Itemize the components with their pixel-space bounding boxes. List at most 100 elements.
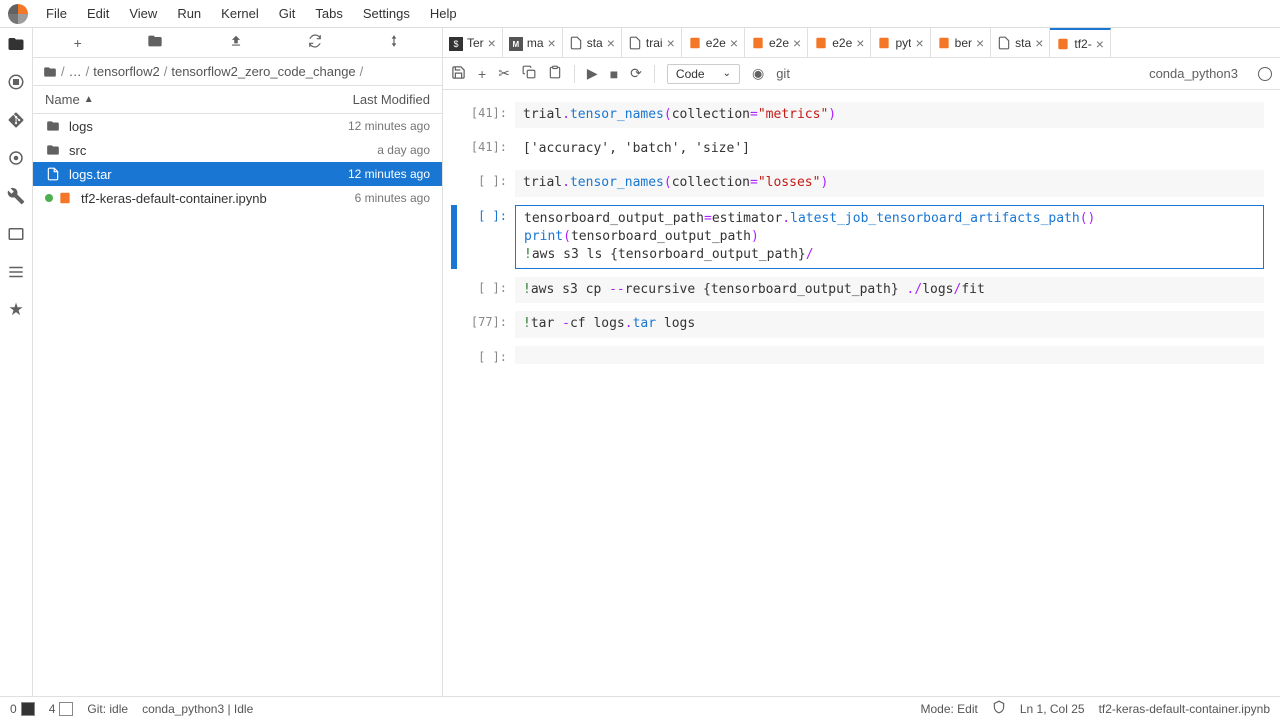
cell-type-select[interactable]: Code ⌄	[667, 64, 740, 84]
name-column[interactable]: Name	[45, 92, 80, 107]
output-cell[interactable]: [41]:['accuracy', 'batch', 'size']	[451, 136, 1264, 162]
refresh-icon[interactable]	[308, 34, 322, 51]
status-kernels[interactable]: 4	[49, 702, 74, 716]
paste-icon[interactable]	[548, 65, 562, 82]
sort-asc-icon: ▲	[84, 94, 94, 105]
tab[interactable]: tf2-×	[1050, 28, 1111, 57]
close-icon[interactable]: ×	[1035, 35, 1043, 51]
extensions-icon[interactable]	[6, 300, 26, 320]
notebook-icon	[688, 36, 702, 50]
tab[interactable]: sta×	[991, 28, 1050, 57]
close-icon[interactable]: ×	[667, 35, 675, 51]
status-kernel[interactable]: conda_python3 | Idle	[142, 702, 253, 716]
breadcrumb-item[interactable]: tensorflow2_zero_code_change	[171, 64, 355, 79]
file-row[interactable]: logs.tar12 minutes ago	[33, 162, 442, 186]
save-icon[interactable]	[451, 65, 466, 83]
new-launcher-icon[interactable]: +	[74, 35, 82, 51]
commands-icon[interactable]	[6, 148, 26, 168]
stop-icon[interactable]: ■	[610, 66, 618, 82]
cell-content[interactable]	[515, 346, 1264, 364]
breadcrumb-item[interactable]: …	[69, 64, 82, 79]
chevron-down-icon: ⌄	[723, 68, 731, 79]
code-cell[interactable]: [ ]:tensorboard_output_path=estimator.la…	[451, 205, 1264, 270]
tab[interactable]: ber×	[931, 28, 992, 57]
cell-content[interactable]: !tar -cf logs.tar logs	[515, 311, 1264, 337]
command-icon[interactable]: ◉	[752, 65, 764, 82]
breadcrumb-item[interactable]: tensorflow2	[93, 64, 159, 79]
new-folder-icon[interactable]	[147, 33, 163, 52]
cell-content[interactable]: !aws s3 cp --recursive {tensorboard_outp…	[515, 277, 1264, 303]
close-icon[interactable]: ×	[730, 35, 738, 51]
tab[interactable]: sta×	[563, 28, 622, 57]
file-modified: a day ago	[377, 143, 430, 157]
copy-icon[interactable]	[522, 65, 536, 82]
status-git[interactable]: Git: idle	[87, 702, 128, 716]
close-icon[interactable]: ×	[607, 35, 615, 51]
run-icon[interactable]: ▶	[587, 65, 598, 82]
status-mode: Mode: Edit	[920, 702, 977, 716]
restart-icon[interactable]: ⟳	[630, 65, 642, 82]
cell-content[interactable]: trial.tensor_names(collection="metrics")	[515, 102, 1264, 128]
file-toolbar: +	[33, 28, 442, 58]
modified-column[interactable]: Last Modified	[353, 92, 430, 107]
close-icon[interactable]: ×	[976, 35, 984, 51]
breadcrumb[interactable]: / … / tensorflow2 / tensorflow2_zero_cod…	[33, 58, 442, 86]
cell-prompt: [41]:	[459, 136, 515, 162]
notebook-icon	[57, 190, 73, 206]
code-cell[interactable]: [ ]:trial.tensor_names(collection="losse…	[451, 170, 1264, 196]
code-cell[interactable]: [41]:trial.tensor_names(collection="metr…	[451, 102, 1264, 128]
close-icon[interactable]: ×	[856, 35, 864, 51]
cell-content[interactable]: trial.tensor_names(collection="losses")	[515, 170, 1264, 196]
close-icon[interactable]: ×	[1096, 36, 1104, 52]
tab[interactable]: e2e×	[682, 28, 745, 57]
menu-tabs[interactable]: Tabs	[305, 2, 352, 25]
upload-icon[interactable]	[229, 34, 243, 51]
kernel-indicator[interactable]	[1258, 67, 1272, 81]
cell-content[interactable]: tensorboard_output_path=estimator.latest…	[515, 205, 1264, 270]
tabs-icon[interactable]	[6, 224, 26, 244]
tab[interactable]: pyt×	[871, 28, 930, 57]
notebook[interactable]: [41]:trial.tensor_names(collection="metr…	[443, 90, 1280, 696]
kernel-name[interactable]: conda_python3	[1149, 66, 1238, 81]
file-modified: 12 minutes ago	[348, 119, 430, 133]
status-terminals[interactable]: 0	[10, 702, 35, 716]
close-icon[interactable]: ×	[488, 35, 496, 51]
menu-settings[interactable]: Settings	[353, 2, 420, 25]
git-label[interactable]: git	[776, 66, 790, 81]
build-icon[interactable]	[6, 186, 26, 206]
code-cell[interactable]: [ ]:!aws s3 cp --recursive {tensorboard_…	[451, 277, 1264, 303]
status-trusted-icon[interactable]	[992, 700, 1006, 717]
add-cell-icon[interactable]: +	[478, 66, 486, 82]
file-row[interactable]: logs12 minutes ago	[33, 114, 442, 138]
cut-icon[interactable]: ✂	[498, 65, 510, 82]
menu-file[interactable]: File	[36, 2, 77, 25]
markdown-icon: M	[509, 36, 523, 50]
menu-kernel[interactable]: Kernel	[211, 2, 269, 25]
tab[interactable]: e2e×	[745, 28, 808, 57]
file-row[interactable]: tf2-keras-default-container.ipynb6 minut…	[33, 186, 442, 210]
tab[interactable]: $Ter×	[443, 28, 503, 57]
toc-icon[interactable]	[6, 262, 26, 282]
file-list-header: Name ▲ Last Modified	[33, 86, 442, 114]
file-row[interactable]: srca day ago	[33, 138, 442, 162]
git-pull-icon[interactable]	[387, 34, 401, 51]
text-icon	[628, 36, 642, 50]
tab[interactable]: e2e×	[808, 28, 871, 57]
close-icon[interactable]: ×	[915, 35, 923, 51]
menu-view[interactable]: View	[119, 2, 167, 25]
close-icon[interactable]: ×	[793, 35, 801, 51]
menu-edit[interactable]: Edit	[77, 2, 119, 25]
menu-help[interactable]: Help	[420, 2, 467, 25]
close-icon[interactable]: ×	[548, 35, 556, 51]
tab[interactable]: trai×	[622, 28, 682, 57]
menu-run[interactable]: Run	[167, 2, 211, 25]
tab[interactable]: Mma×	[503, 28, 563, 57]
git-icon[interactable]	[6, 110, 26, 130]
folder-icon[interactable]	[6, 34, 26, 54]
running-icon[interactable]	[6, 72, 26, 92]
notebook-icon	[1056, 37, 1070, 51]
code-cell[interactable]: [77]:!tar -cf logs.tar logs	[451, 311, 1264, 337]
cell-content[interactable]: ['accuracy', 'batch', 'size']	[515, 136, 1264, 162]
menu-git[interactable]: Git	[269, 2, 306, 25]
code-cell[interactable]: [ ]:	[451, 346, 1264, 364]
